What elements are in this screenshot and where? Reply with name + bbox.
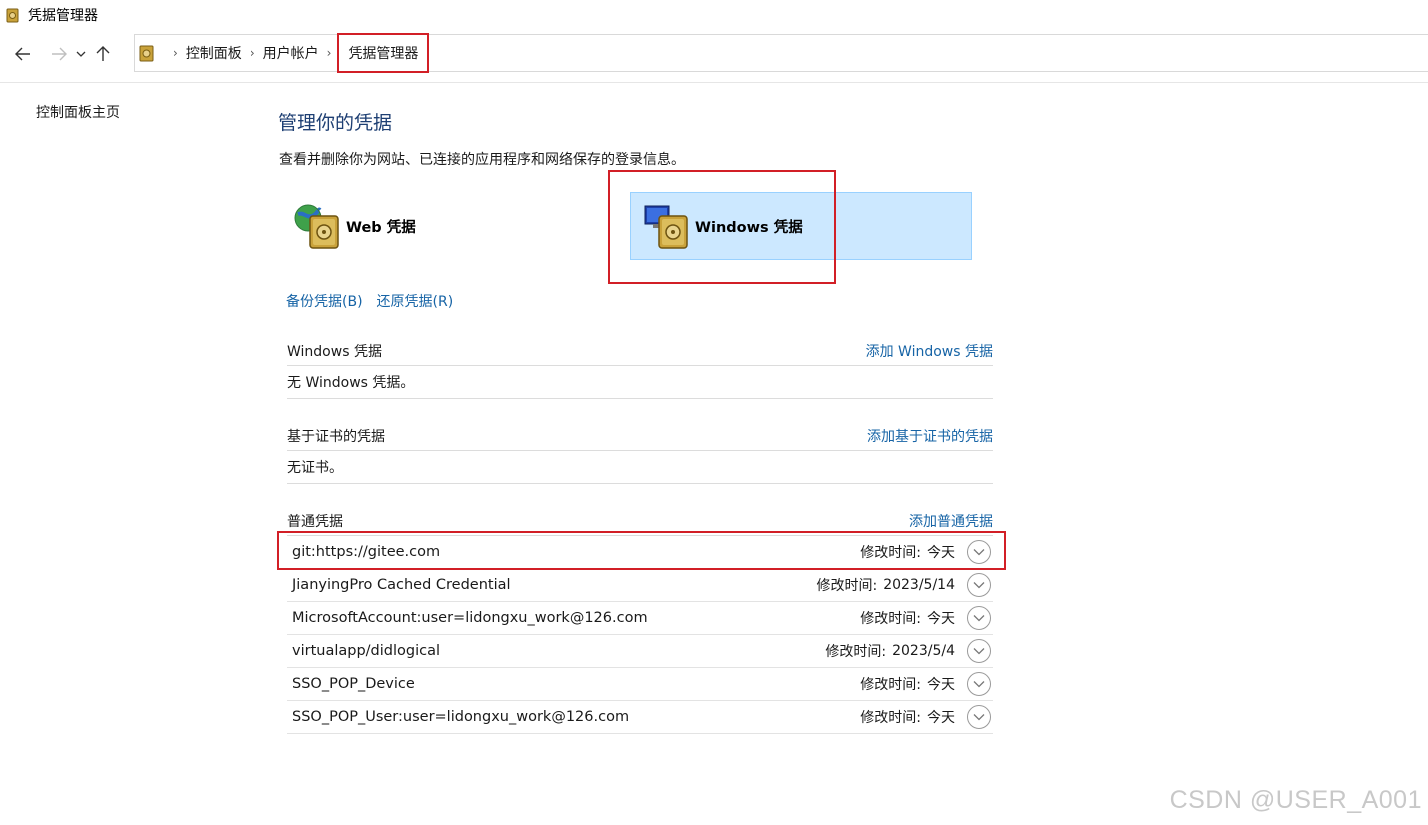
window-title: 凭据管理器 bbox=[28, 8, 98, 24]
credential-row[interactable]: virtualapp/didlogical 修改时间: 2023/5/4 bbox=[287, 635, 993, 668]
expand-chevron-icon[interactable] bbox=[967, 573, 991, 597]
breadcrumb-credential-manager[interactable]: 凭据管理器 bbox=[337, 33, 430, 73]
web-credentials-label: Web 凭据 bbox=[346, 219, 416, 236]
modified-label: 修改时间: bbox=[825, 644, 887, 660]
section-header: 普通凭据 添加普通凭据 bbox=[287, 506, 993, 536]
credential-name: SSO_POP_User:user=lidongxu_work@126.com bbox=[292, 709, 630, 725]
modified-date: 今天 bbox=[927, 710, 955, 726]
credential-modified: 修改时间: 今天 bbox=[860, 606, 993, 630]
credential-name: JianyingPro Cached Credential bbox=[292, 577, 511, 593]
breadcrumb-control-panel[interactable]: 控制面板 bbox=[186, 43, 242, 63]
divider bbox=[0, 82, 1428, 83]
credential-row[interactable]: MicrosoftAccount:user=lidongxu_work@126.… bbox=[287, 602, 993, 635]
certificate-credentials-section: 基于证书的凭据 添加基于证书的凭据 无证书。 bbox=[287, 421, 993, 484]
generic-credentials-list: git:https://gitee.com 修改时间: 今天 JianyingPro … bbox=[287, 536, 993, 734]
expand-chevron-icon[interactable] bbox=[967, 672, 991, 696]
section-title: 基于证书的凭据 bbox=[287, 428, 385, 445]
watermark: CSDN @USER_A001 bbox=[1169, 786, 1422, 814]
credential-name: git:https://gitee.com bbox=[292, 544, 441, 560]
empty-message: 无证书。 bbox=[287, 451, 993, 484]
credential-modified: 修改时间: 今天 bbox=[860, 540, 993, 564]
add-generic-credential-link[interactable]: 添加普通凭据 bbox=[909, 511, 993, 531]
control-panel-icon bbox=[139, 45, 154, 62]
credential-name: MicrosoftAccount:user=lidongxu_work@126.… bbox=[292, 610, 648, 626]
section-header: Windows 凭据 添加 Windows 凭据 bbox=[287, 336, 993, 366]
windows-credentials-section: Windows 凭据 添加 Windows 凭据 无 Windows 凭据。 bbox=[287, 336, 993, 399]
add-windows-credential-link[interactable]: 添加 Windows 凭据 bbox=[866, 341, 993, 361]
section-title: 普通凭据 bbox=[287, 513, 343, 530]
credential-name: SSO_POP_Device bbox=[292, 676, 415, 692]
windows-credentials-icon bbox=[644, 205, 688, 249]
credential-name: virtualapp/didlogical bbox=[292, 643, 440, 659]
credential-modified: 修改时间: 今天 bbox=[860, 705, 993, 729]
credential-modified: 修改时间: 2023/5/14 bbox=[816, 573, 993, 597]
breadcrumb-separator: › bbox=[326, 46, 332, 60]
arrow-up-icon[interactable] bbox=[90, 39, 116, 69]
credential-row[interactable]: git:https://gitee.com 修改时间: 今天 bbox=[287, 536, 993, 569]
generic-credentials-section: 普通凭据 添加普通凭据 git:https://gitee.com 修改时间: 今天… bbox=[287, 506, 993, 734]
modified-label: 修改时间: bbox=[860, 611, 921, 627]
credential-row[interactable]: JianyingPro Cached Credential 修改时间: 2023/5… bbox=[287, 569, 993, 602]
credential-row[interactable]: SSO_POP_User:user=lidongxu_work@126.com 修… bbox=[287, 701, 993, 734]
modified-date: 今天 bbox=[927, 677, 955, 693]
windows-credentials-button[interactable]: Windows 凭据 bbox=[630, 192, 972, 260]
modified-label: 修改时间: bbox=[860, 710, 921, 726]
empty-message: 无 Windows 凭据。 bbox=[287, 366, 993, 399]
expand-chevron-icon[interactable] bbox=[967, 639, 991, 663]
restore-credentials-link[interactable]: 还原凭据(R) bbox=[377, 291, 454, 311]
title-bar: 凭据管理器 bbox=[0, 0, 1428, 30]
arrow-right-icon[interactable] bbox=[46, 39, 72, 69]
expand-chevron-icon[interactable] bbox=[967, 540, 991, 564]
navigation-bar: › 控制面板 › 用户帐户 › 凭据管理器 bbox=[0, 33, 1428, 74]
expand-chevron-icon[interactable] bbox=[967, 606, 991, 630]
modified-date: 今天 bbox=[927, 545, 955, 561]
backup-restore-links: 备份凭据(B) 还原凭据(R) bbox=[286, 291, 453, 311]
expand-chevron-icon[interactable] bbox=[967, 705, 991, 729]
breadcrumb-separator: › bbox=[249, 46, 255, 60]
address-bar[interactable]: › 控制面板 › 用户帐户 › 凭据管理器 bbox=[134, 33, 1428, 73]
credential-row[interactable]: SSO_POP_Device 修改时间: 今天 bbox=[287, 668, 993, 701]
credential-manager-icon bbox=[6, 8, 19, 23]
arrow-left-icon[interactable] bbox=[10, 39, 36, 69]
modified-label: 修改时间: bbox=[860, 677, 921, 693]
sidebar-item-control-panel-home[interactable]: 控制面板主页 bbox=[36, 102, 120, 122]
backup-credentials-link[interactable]: 备份凭据(B) bbox=[286, 291, 363, 311]
modified-label: 修改时间: bbox=[860, 545, 921, 561]
breadcrumb-separator: › bbox=[173, 46, 178, 60]
modified-date: 2023/5/14 bbox=[883, 577, 955, 593]
windows-credentials-label: Windows 凭据 bbox=[695, 219, 803, 236]
web-credentials-icon bbox=[294, 204, 339, 249]
modified-date: 2023/5/4 bbox=[892, 643, 955, 659]
chevron-down-icon[interactable] bbox=[72, 39, 90, 69]
add-certificate-credential-link[interactable]: 添加基于证书的凭据 bbox=[867, 426, 993, 446]
page-description: 查看并删除你为网站、已连接的应用程序和网络保存的登录信息。 bbox=[279, 152, 685, 168]
page-title: 管理你的凭据 bbox=[278, 112, 393, 134]
credential-modified: 修改时间: 今天 bbox=[860, 672, 993, 696]
modified-label: 修改时间: bbox=[816, 578, 878, 594]
web-credentials-button[interactable]: Web 凭据 bbox=[292, 200, 416, 252]
section-header: 基于证书的凭据 添加基于证书的凭据 bbox=[287, 421, 993, 451]
credential-modified: 修改时间: 2023/5/4 bbox=[825, 639, 993, 663]
breadcrumb-user-accounts[interactable]: 用户帐户 bbox=[263, 43, 319, 63]
section-title: Windows 凭据 bbox=[287, 343, 382, 360]
modified-date: 今天 bbox=[927, 611, 955, 627]
